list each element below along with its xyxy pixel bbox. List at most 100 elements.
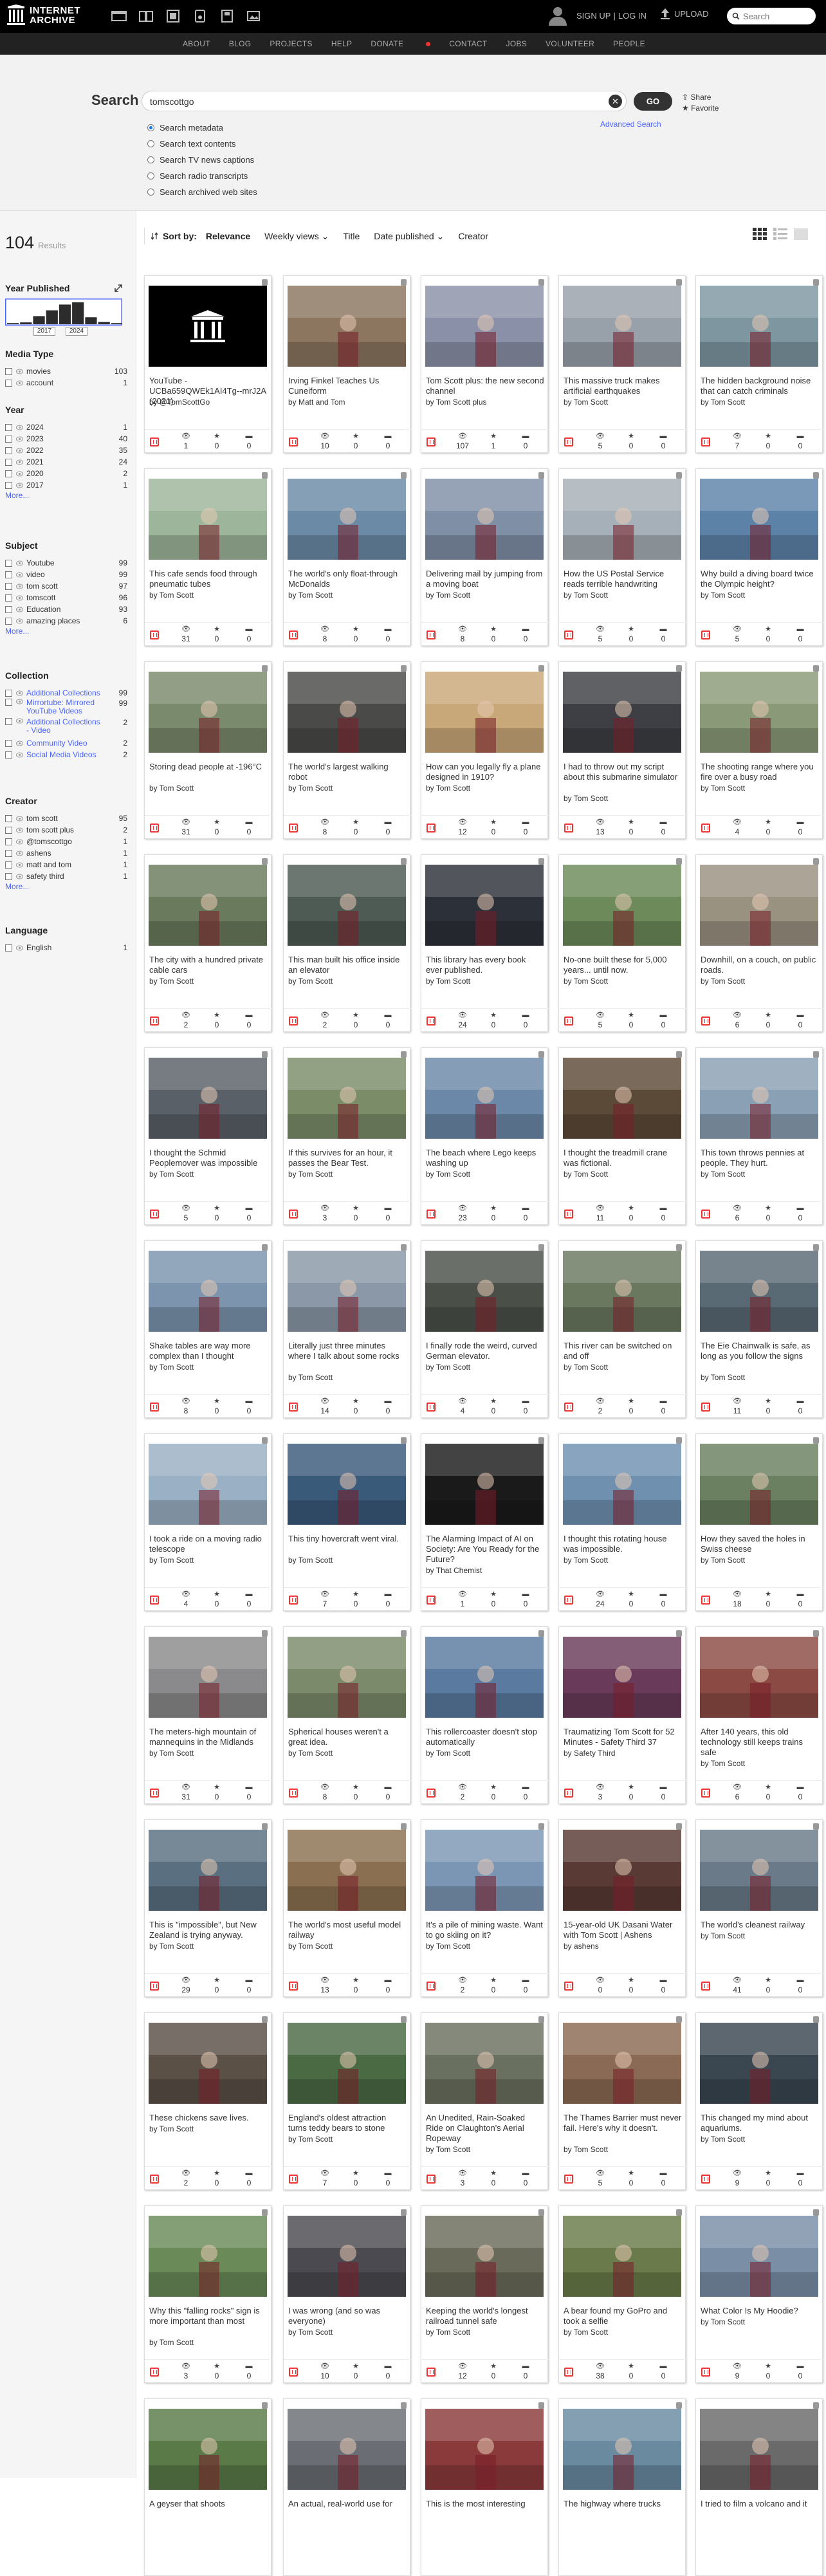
tile-title[interactable]: It's a pile of mining waste. Want to go … (426, 1920, 544, 1940)
tile-title[interactable]: After 140 years, this old technology sti… (701, 1727, 819, 1758)
facet-item[interactable]: matt and tom 1 (5, 859, 127, 870)
result-tile[interactable]: I took a ride on a moving radio telescop… (144, 1433, 272, 1611)
tile-title[interactable]: I took a ride on a moving radio telescop… (149, 1534, 268, 1554)
tile-title[interactable]: Spherical houses weren't a great idea. (288, 1727, 407, 1747)
video-icon[interactable] (160, 9, 187, 23)
tile-title[interactable]: Tom Scott plus: the new second channel (426, 376, 544, 396)
result-tile[interactable]: This cafe sends food through pneumatic t… (144, 468, 272, 646)
tile-creator[interactable]: by Tom Scott (426, 2328, 544, 2337)
tile-creator[interactable]: by Tom Scott (564, 1170, 682, 1179)
tile-title[interactable]: The Alarming Impact of AI on Society: Ar… (426, 1534, 544, 1565)
radio-button[interactable] (147, 124, 154, 131)
tile-creator[interactable]: by Tom Scott (701, 1931, 819, 1940)
thumbnail[interactable] (288, 286, 406, 367)
nav-blog[interactable]: BLOG (229, 39, 252, 48)
radio-button[interactable] (147, 156, 154, 163)
facet-item[interactable]: video 99 (5, 569, 127, 580)
eye-icon[interactable] (16, 425, 23, 430)
tile-creator[interactable]: by Tom Scott (288, 977, 407, 986)
thumbnail[interactable] (149, 286, 267, 367)
checkbox[interactable] (5, 605, 12, 613)
checkbox[interactable] (5, 739, 12, 747)
result-tile[interactable]: How can you legally fly a plane designed… (421, 661, 549, 839)
tile-creator[interactable]: by Matt and Tom (288, 398, 407, 407)
thumbnail[interactable] (149, 1251, 267, 1332)
eye-icon[interactable] (16, 459, 23, 465)
checkbox[interactable] (5, 582, 12, 590)
tile-title[interactable]: This rollercoaster doesn't stop automati… (426, 1727, 544, 1747)
result-tile[interactable]: The city with a hundred private cable ca… (144, 854, 272, 1032)
thumbnail[interactable] (563, 2409, 681, 2490)
eye-icon[interactable] (16, 483, 23, 488)
nav-donate[interactable]: DONATE (371, 39, 431, 48)
signup-link[interactable]: SIGN UP (576, 11, 610, 21)
thumbnail[interactable] (149, 2023, 267, 2104)
tile-title[interactable]: If this survives for an hour, it passes … (288, 1148, 407, 1168)
nav-about[interactable]: ABOUT (183, 39, 210, 48)
checkbox[interactable] (5, 699, 12, 706)
thumbnail[interactable] (288, 1251, 406, 1332)
eye-icon[interactable] (16, 699, 23, 704)
checkbox[interactable] (5, 849, 12, 857)
advanced-search-link[interactable]: Advanced Search (600, 120, 661, 129)
checkbox[interactable] (5, 423, 12, 431)
checkbox[interactable] (5, 944, 12, 952)
thumbnail[interactable] (563, 2216, 681, 2297)
thumbnail[interactable] (425, 479, 544, 560)
result-tile[interactable]: This massive truck makes artificial eart… (558, 275, 686, 453)
facet-item[interactable]: 2017 1 (5, 479, 127, 491)
tile-creator[interactable]: by Tom Scott (288, 2328, 407, 2337)
web-icon[interactable] (106, 9, 133, 23)
tile-creator[interactable]: by Tom Scott (564, 591, 682, 600)
tile-creator[interactable]: by Tom Scott (701, 784, 819, 793)
tile-title[interactable]: Why this "falling rocks" sign is more im… (149, 2306, 268, 2326)
eye-icon[interactable] (16, 718, 23, 724)
eye-icon[interactable] (16, 369, 23, 374)
thumbnail[interactable] (700, 286, 818, 367)
result-tile[interactable]: An Unedited, Rain-Soaked Ride on Claught… (421, 2012, 549, 2190)
texts-icon[interactable] (133, 9, 160, 23)
tile-creator[interactable]: by ashens (564, 1942, 682, 1951)
result-tile[interactable]: The highway where trucks (558, 2398, 686, 2576)
thumbnail[interactable] (149, 479, 267, 560)
nav-help[interactable]: HELP (331, 39, 353, 48)
result-tile[interactable]: Delivering mail by jumping from a moving… (421, 468, 549, 646)
year-to-input[interactable]: 2024 (66, 327, 87, 336)
eye-icon[interactable] (16, 380, 23, 386)
facet-item[interactable]: Education 93 (5, 603, 127, 615)
thumbnail[interactable] (288, 1830, 406, 1911)
thumbnail[interactable] (563, 479, 681, 560)
tile-creator[interactable]: by Tom Scott (149, 977, 268, 986)
tile-title[interactable]: This changed my mind about aquariums. (701, 2113, 819, 2133)
tile-title[interactable]: I thought the Schmid Peoplemover was imp… (149, 1148, 268, 1168)
tile-creator[interactable]: by Tom Scott (426, 1749, 544, 1758)
result-tile[interactable]: The Alarming Impact of AI on Society: Ar… (421, 1433, 549, 1611)
thumbnail[interactable] (700, 2409, 818, 2490)
tile-creator[interactable]: by Tom Scott (149, 2338, 268, 2347)
radio-button[interactable] (147, 140, 154, 147)
thumbnail[interactable] (288, 2023, 406, 2104)
radio-button[interactable] (147, 172, 154, 179)
tile-title[interactable]: The Eie Chainwalk is safe, as long as yo… (701, 1341, 819, 1361)
result-tile[interactable]: Why this "falling rocks" sign is more im… (144, 2205, 272, 2383)
checkbox[interactable] (5, 872, 12, 880)
list-detail-view-icon[interactable] (773, 228, 787, 241)
eye-icon[interactable] (16, 560, 23, 566)
internet-archive-logo[interactable]: INTERNET ARCHIVE (6, 5, 80, 26)
result-tile[interactable]: This is the most interesting (421, 2398, 548, 2576)
result-tile[interactable]: Irving Finkel Teaches Us Cuneiform by Mat… (283, 275, 411, 453)
result-tile[interactable]: Keeping the world's longest railroad tun… (421, 2205, 549, 2383)
software-icon[interactable] (214, 9, 241, 23)
checkbox[interactable] (5, 470, 12, 477)
search-option[interactable]: Search TV news captions (147, 152, 257, 168)
tile-title[interactable]: This town throws pennies at people. They… (701, 1148, 819, 1168)
thumbnail[interactable] (700, 1444, 818, 1525)
tile-creator[interactable]: by Tom Scott (426, 1170, 544, 1179)
tile-creator[interactable]: by Tom Scott (288, 591, 407, 600)
facet-item[interactable]: 2024 1 (5, 421, 127, 433)
result-tile[interactable]: I had to throw out my script about this … (558, 661, 686, 839)
list-compact-view-icon[interactable] (794, 228, 808, 241)
facet-item[interactable]: tom scott 95 (5, 813, 127, 824)
result-tile[interactable]: If this survives for an hour, it passes … (283, 1047, 411, 1225)
result-tile[interactable]: A geyser that shoots (144, 2398, 271, 2576)
